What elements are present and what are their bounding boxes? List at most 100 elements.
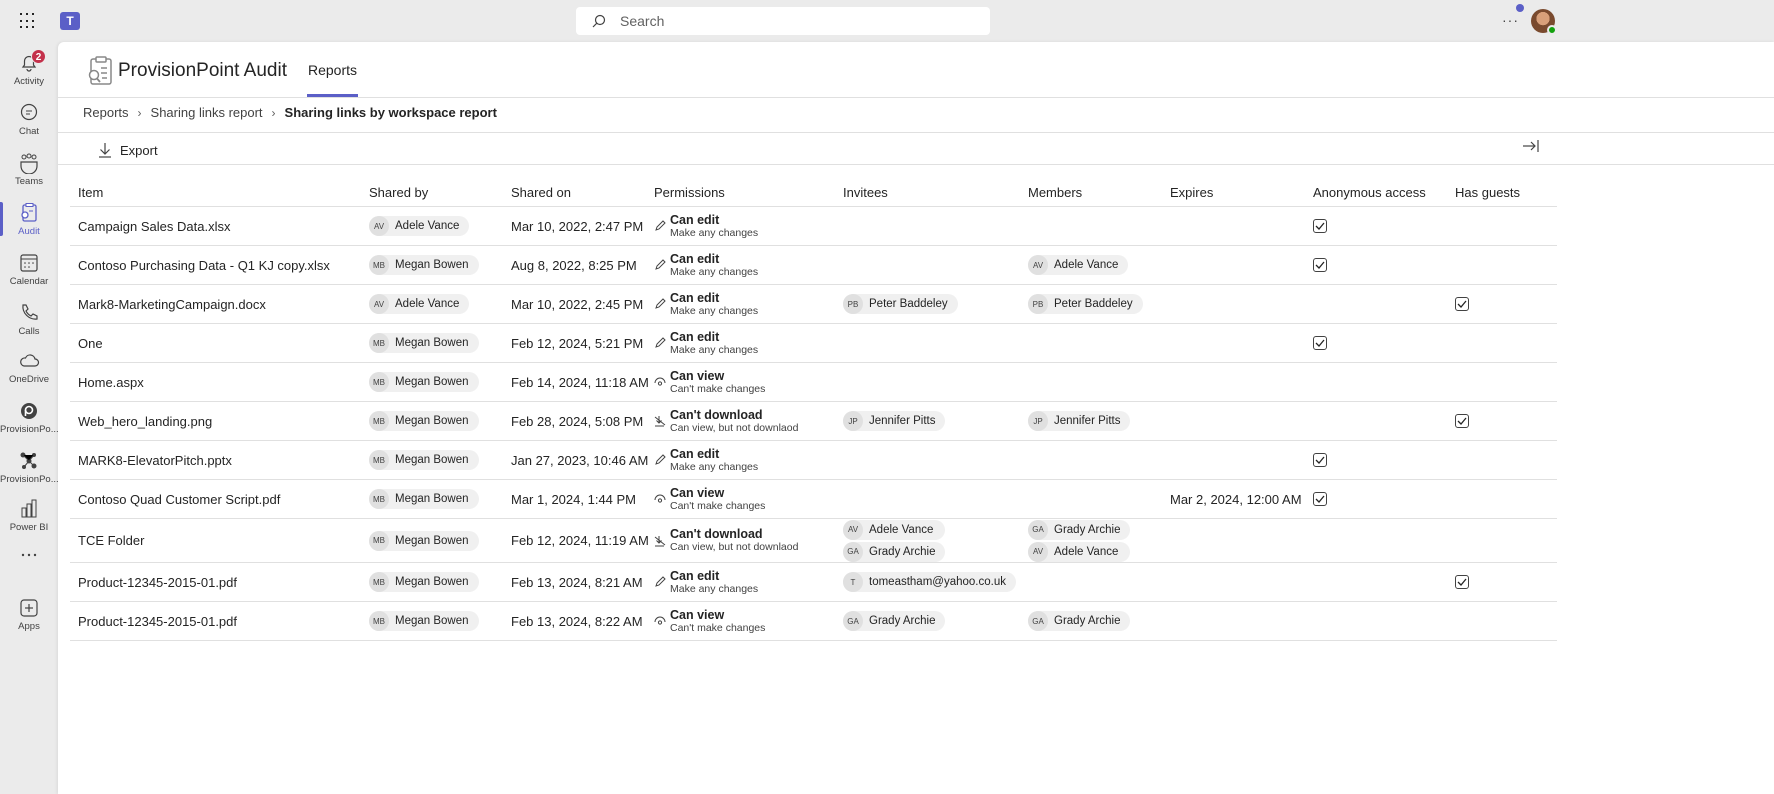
more-icon: [18, 544, 40, 566]
pencil-icon: [655, 298, 666, 309]
shared-by-name: Megan Bowen: [395, 534, 469, 547]
permission-description: Can view, but not downlaod: [670, 421, 799, 434]
member-name: Grady Archie: [1054, 615, 1121, 627]
person-chip[interactable]: MB Megan Bowen: [369, 333, 479, 353]
person-chip[interactable]: MB Megan Bowen: [369, 255, 479, 275]
person-chip[interactable]: AV Adele Vance: [369, 294, 470, 314]
sidebar-item-label: ProvisionPo...: [0, 474, 59, 485]
person-chip[interactable]: AV Adele Vance: [1028, 255, 1129, 275]
sidebar-item-calls[interactable]: Calls: [0, 297, 58, 347]
table-row[interactable]: Product-12345-2015-01.pdf MB Megan Bowen Fe…: [70, 602, 1557, 641]
person-chip[interactable]: JP Jennifer Pitts: [1028, 411, 1131, 431]
table-row[interactable]: MARK8-ElevatorPitch.pptx MB Megan Bowen Jan…: [70, 441, 1557, 480]
item-name[interactable]: Product-12345-2015-01.pdf: [78, 602, 237, 640]
column-header[interactable]: Invitees: [843, 178, 888, 206]
sidebar-item-onedrive[interactable]: OneDrive: [0, 345, 58, 395]
export-button[interactable]: Export: [98, 138, 158, 162]
avatar: GA: [1028, 519, 1048, 540]
sidebar-item-apps[interactable]: Apps: [0, 592, 58, 642]
person-chip[interactable]: GA Grady Archie: [1028, 611, 1131, 631]
more-options-button[interactable]: ···: [1502, 12, 1519, 28]
column-header[interactable]: Shared by: [369, 178, 428, 206]
table-row[interactable]: Web_hero_landing.png MB Megan Bowen Feb 28,…: [70, 402, 1557, 441]
item-name[interactable]: Mark8-MarketingCampaign.docx: [78, 285, 266, 323]
person-chip[interactable]: MB Megan Bowen: [369, 450, 479, 470]
invitee-name: Grady Archie: [869, 615, 936, 627]
person-chip[interactable]: JP Jennifer Pitts: [843, 411, 946, 431]
item-name[interactable]: Product-12345-2015-01.pdf: [78, 563, 237, 601]
table-row[interactable]: Home.aspx MB Megan Bowen Feb 14, 2024, 11:1…: [70, 363, 1557, 402]
column-header[interactable]: Expires: [1170, 178, 1213, 206]
member-name: Jennifer Pitts: [1054, 415, 1121, 427]
sidebar-item-activity[interactable]: 2 Activity: [0, 47, 58, 97]
table-row[interactable]: Product-12345-2015-01.pdf MB Megan Bowen Fe…: [70, 563, 1557, 602]
sidebar-item-teams[interactable]: Teams: [0, 147, 58, 197]
person-chip[interactable]: MB Megan Bowen: [369, 530, 479, 551]
person-chip[interactable]: MB Megan Bowen: [369, 611, 479, 631]
table-row[interactable]: Contoso Purchasing Data - Q1 KJ copy.xls…: [70, 246, 1557, 285]
person-chip[interactable]: GA Grady Archie: [843, 541, 946, 562]
no-download-icon: [654, 535, 666, 546]
table-row[interactable]: Campaign Sales Data.xlsx AV Adele Vance Mar…: [70, 207, 1557, 246]
item-name[interactable]: MARK8-ElevatorPitch.pptx: [78, 441, 232, 479]
sidebar-item-chat[interactable]: Chat: [0, 97, 58, 147]
column-header[interactable]: Has guests: [1455, 178, 1520, 206]
item-name[interactable]: One: [78, 324, 103, 362]
item-name[interactable]: Campaign Sales Data.xlsx: [78, 207, 230, 245]
permission: Can edit Make any changes: [654, 330, 758, 357]
eye-icon: [654, 377, 666, 386]
sidebar-item-power-bi[interactable]: Power BI: [0, 493, 58, 543]
person-chip[interactable]: MB Megan Bowen: [369, 411, 479, 431]
collapse-panel-icon[interactable]: [1522, 139, 1540, 153]
column-header[interactable]: Item: [78, 178, 103, 206]
permission: Can't download Can view, but not downlaod: [654, 408, 798, 435]
shared-by-name: Adele Vance: [395, 298, 460, 310]
column-header[interactable]: Shared on: [511, 178, 571, 206]
sidebar-item-more[interactable]: [0, 539, 58, 589]
avatar: MB: [369, 611, 389, 631]
item-name[interactable]: Web_hero_landing.png: [78, 402, 212, 440]
item-name[interactable]: TCE Folder: [78, 519, 144, 562]
app-launcher-icon[interactable]: [20, 13, 36, 29]
person-chip[interactable]: Ttomeastham@yahoo.co.uk: [843, 572, 1016, 592]
sidebar-item-calendar[interactable]: Calendar: [0, 247, 58, 297]
divider: [58, 164, 1774, 165]
table-row[interactable]: One MB Megan Bowen Feb 12, 2024, 5:21 PM Can…: [70, 324, 1557, 363]
column-header[interactable]: Members: [1028, 178, 1082, 206]
shared-on: Feb 14, 2024, 11:18 AM: [511, 374, 649, 390]
item-name[interactable]: Contoso Purchasing Data - Q1 KJ copy.xls…: [78, 246, 330, 284]
avatar: MB: [369, 411, 389, 431]
person-chip[interactable]: MB Megan Bowen: [369, 372, 479, 392]
avatar: PB: [1028, 294, 1048, 314]
item-name[interactable]: Home.aspx: [78, 363, 144, 401]
permission-description: Make any changes: [670, 343, 759, 356]
table-row[interactable]: Contoso Quad Customer Script.pdf MB Megan …: [70, 480, 1557, 519]
permission-description: Make any changes: [670, 582, 759, 595]
column-header[interactable]: Anonymous access: [1313, 178, 1426, 206]
avatar: GA: [1028, 611, 1048, 631]
sidebar-item-provisionpo[interactable]: ProvisionPo...: [0, 395, 59, 445]
breadcrumb-sharing-links-report[interactable]: Sharing links report: [151, 105, 263, 120]
table-row[interactable]: Mark8-MarketingCampaign.docx AV Adele Vanc…: [70, 285, 1557, 324]
column-header[interactable]: Permissions: [654, 178, 725, 206]
person-chip[interactable]: AV Adele Vance: [1028, 541, 1131, 562]
person-chip[interactable]: AV Adele Vance: [843, 519, 946, 540]
table-row[interactable]: TCE Folder MB Megan Bowen Feb 12, 2024, 11:…: [70, 519, 1557, 563]
app-title: ProvisionPoint Audit: [118, 60, 287, 81]
breadcrumb-reports[interactable]: Reports: [83, 105, 129, 120]
teams-logo-icon: T: [60, 12, 80, 30]
person-chip[interactable]: MB Megan Bowen: [369, 572, 479, 592]
person-chip[interactable]: GA Grady Archie: [843, 611, 946, 631]
person-chip[interactable]: MB Megan Bowen: [369, 489, 479, 509]
person-chip[interactable]: PB Peter Baddeley: [1028, 294, 1143, 314]
tab-reports[interactable]: Reports: [306, 62, 359, 97]
user-avatar[interactable]: [1531, 9, 1557, 35]
person-chip[interactable]: GA Grady Archie: [1028, 519, 1131, 540]
person-chip[interactable]: PB Peter Baddeley: [843, 294, 958, 314]
avatar: AV: [369, 294, 389, 314]
search-input[interactable]: Search: [576, 7, 990, 35]
sidebar-item-audit[interactable]: Audit: [0, 197, 58, 247]
sidebar-item-provisionpo-2[interactable]: ProvisionPo...: [0, 445, 59, 495]
person-chip[interactable]: AV Adele Vance: [369, 216, 470, 236]
item-name[interactable]: Contoso Quad Customer Script.pdf: [78, 480, 280, 518]
